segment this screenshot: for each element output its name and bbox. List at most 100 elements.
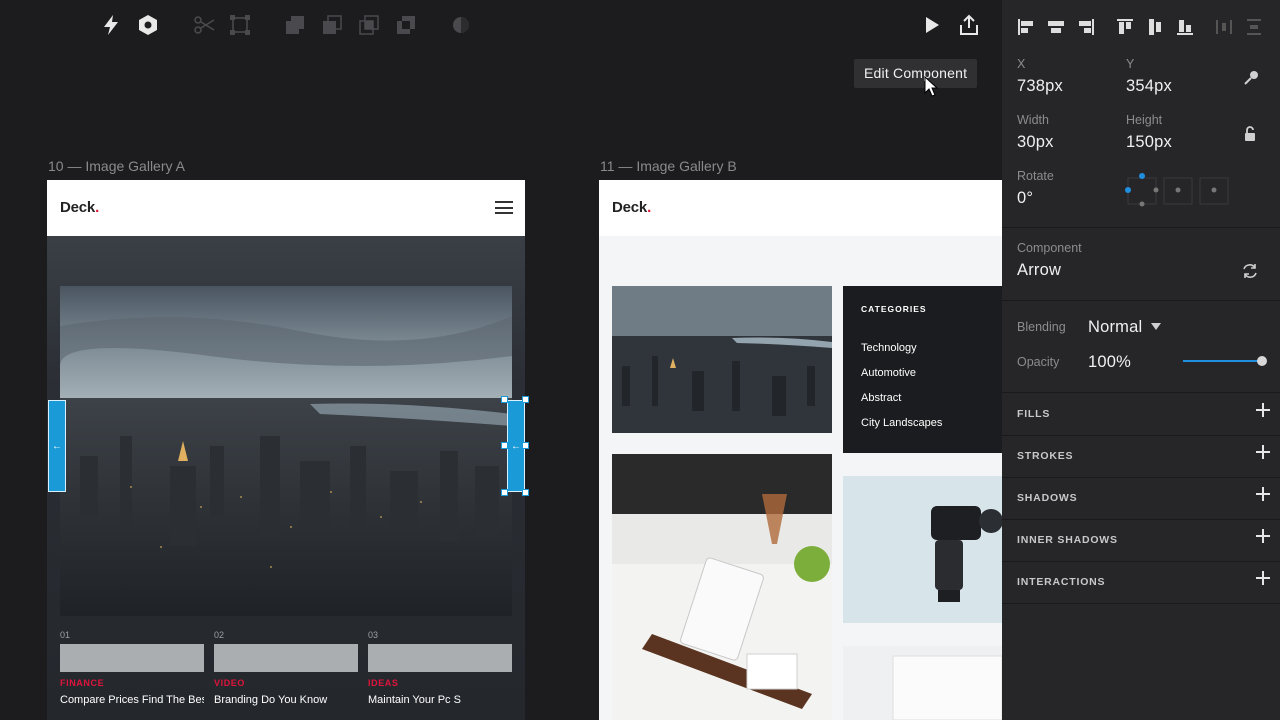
card-thumbnail bbox=[214, 644, 358, 672]
scissors-icon[interactable] bbox=[191, 12, 217, 38]
category-link[interactable]: Technology bbox=[861, 342, 917, 354]
mouse-cursor-icon bbox=[924, 75, 939, 103]
resize-handle[interactable] bbox=[522, 442, 529, 449]
article-card[interactable]: 01 FINANCE Compare Prices Find The Best bbox=[60, 630, 204, 706]
alignment-toolbar bbox=[1002, 14, 1280, 40]
card-category: IDEAS bbox=[368, 678, 399, 688]
section-title: INNER SHADOWS bbox=[1017, 534, 1118, 546]
section-title: INTERACTIONS bbox=[1017, 576, 1106, 588]
transform-icon[interactable] bbox=[227, 12, 253, 38]
align-top-icon[interactable] bbox=[1116, 18, 1134, 36]
device-gallery-image[interactable] bbox=[843, 646, 1002, 720]
artboard-image-gallery-b[interactable]: Deck. CATEGORIES Technology Automotive A… bbox=[599, 180, 1002, 720]
pin-icon[interactable] bbox=[1243, 70, 1259, 86]
category-link[interactable]: Abstract bbox=[861, 392, 901, 404]
x-field[interactable]: 738px bbox=[1017, 77, 1063, 96]
design-app: Edit Component 10 — Image Gallery A Deck… bbox=[0, 0, 1280, 720]
width-label: Width bbox=[1017, 113, 1049, 127]
article-card[interactable]: 02 VIDEO Branding Do You Know bbox=[214, 630, 358, 706]
prev-arrow-component[interactable]: ← bbox=[48, 400, 66, 492]
opacity-slider[interactable] bbox=[1183, 360, 1262, 362]
width-field[interactable]: 30px bbox=[1017, 133, 1054, 152]
resize-handle[interactable] bbox=[522, 489, 529, 496]
union-icon[interactable] bbox=[282, 12, 308, 38]
lightning-icon[interactable] bbox=[98, 12, 124, 38]
add-shadow-icon[interactable] bbox=[1256, 487, 1270, 501]
card-category: VIDEO bbox=[214, 678, 246, 688]
arrow-left-icon: ← bbox=[511, 440, 521, 452]
card-number: 01 bbox=[60, 630, 71, 640]
add-interaction-icon[interactable] bbox=[1256, 571, 1270, 585]
card-thumbnail bbox=[368, 644, 512, 672]
camera-gallery-image[interactable] bbox=[843, 476, 1002, 623]
mask-icon[interactable] bbox=[448, 12, 474, 38]
difference-icon[interactable] bbox=[393, 12, 419, 38]
opacity-label: Opacity bbox=[1017, 355, 1060, 369]
edit-component-tooltip: Edit Component bbox=[854, 59, 978, 88]
y-label: Y bbox=[1126, 57, 1135, 71]
constraints-icon[interactable] bbox=[1120, 170, 1230, 210]
blending-select[interactable]: Normal bbox=[1088, 318, 1142, 337]
kitchen-gallery-image[interactable] bbox=[612, 454, 832, 720]
distribute-vertical-icon[interactable] bbox=[1245, 18, 1263, 36]
align-bottom-icon[interactable] bbox=[1176, 18, 1194, 36]
align-middle-icon[interactable] bbox=[1146, 18, 1164, 36]
site-logo[interactable]: Deck. bbox=[60, 199, 99, 216]
card-title[interactable]: Branding Do You Know bbox=[214, 694, 358, 706]
unlock-icon[interactable] bbox=[1244, 126, 1256, 142]
card-title[interactable]: Compare Prices Find The Best bbox=[60, 694, 204, 706]
hexagon-icon[interactable] bbox=[135, 12, 161, 38]
add-stroke-icon[interactable] bbox=[1256, 445, 1270, 459]
categories-widget: CATEGORIES Technology Automotive Abstrac… bbox=[843, 286, 1002, 453]
subtract-icon[interactable] bbox=[319, 12, 345, 38]
arrow-left-icon: ← bbox=[52, 440, 62, 452]
strokes-section[interactable]: STROKES bbox=[1002, 435, 1280, 477]
site-header: Deck. bbox=[599, 180, 1002, 236]
artboard-image-gallery-a[interactable]: Deck. 01 FINANCE Compare Prices Find The… bbox=[47, 180, 525, 720]
opacity-slider-knob[interactable] bbox=[1257, 356, 1267, 366]
fills-section[interactable]: FILLS bbox=[1002, 393, 1280, 435]
article-card[interactable]: 03 IDEAS Maintain Your Pc S bbox=[368, 630, 512, 706]
resize-handle[interactable] bbox=[501, 489, 508, 496]
hamburger-menu-icon[interactable] bbox=[495, 201, 513, 214]
height-field[interactable]: 150px bbox=[1126, 133, 1172, 152]
card-thumbnail bbox=[60, 644, 204, 672]
divider bbox=[1002, 300, 1280, 301]
card-title[interactable]: Maintain Your Pc S bbox=[368, 694, 512, 706]
category-link[interactable]: City Landscapes bbox=[861, 417, 942, 429]
rotate-label: Rotate bbox=[1017, 169, 1054, 183]
chevron-down-icon[interactable] bbox=[1151, 323, 1161, 331]
distribute-horizontal-icon[interactable] bbox=[1215, 18, 1233, 36]
y-field[interactable]: 354px bbox=[1126, 77, 1172, 96]
play-icon[interactable] bbox=[919, 12, 945, 38]
add-inner-shadow-icon[interactable] bbox=[1256, 529, 1270, 543]
artboard-label-a[interactable]: 10 — Image Gallery A bbox=[48, 158, 185, 174]
card-number: 03 bbox=[368, 630, 379, 640]
resize-handle[interactable] bbox=[522, 396, 529, 403]
site-logo[interactable]: Deck. bbox=[612, 199, 651, 216]
component-label: Component bbox=[1017, 241, 1082, 255]
shadows-section[interactable]: SHADOWS bbox=[1002, 477, 1280, 519]
city-hero-image bbox=[60, 286, 512, 616]
rotate-field[interactable]: 0° bbox=[1017, 189, 1033, 208]
section-title: SHADOWS bbox=[1017, 492, 1078, 504]
inner-shadows-section[interactable]: INNER SHADOWS bbox=[1002, 519, 1280, 561]
intersect-icon[interactable] bbox=[356, 12, 382, 38]
interactions-section[interactable]: INTERACTIONS bbox=[1002, 561, 1280, 603]
city-gallery-image[interactable] bbox=[612, 286, 832, 433]
artboard-label-b[interactable]: 11 — Image Gallery B bbox=[600, 158, 737, 174]
share-icon[interactable] bbox=[956, 12, 982, 38]
swap-component-icon[interactable] bbox=[1241, 262, 1259, 280]
component-field[interactable]: Arrow bbox=[1017, 261, 1061, 280]
align-right-icon[interactable] bbox=[1077, 18, 1095, 36]
section-title: FILLS bbox=[1017, 408, 1051, 420]
align-center-horizontal-icon[interactable] bbox=[1047, 18, 1065, 36]
resize-handle[interactable] bbox=[501, 396, 508, 403]
category-link[interactable]: Automotive bbox=[861, 367, 916, 379]
resize-handle[interactable] bbox=[501, 442, 508, 449]
opacity-field[interactable]: 100% bbox=[1088, 353, 1131, 372]
card-category: FINANCE bbox=[60, 678, 105, 688]
align-left-icon[interactable] bbox=[1017, 18, 1035, 36]
blending-label: Blending bbox=[1017, 320, 1066, 334]
add-fill-icon[interactable] bbox=[1256, 403, 1270, 417]
